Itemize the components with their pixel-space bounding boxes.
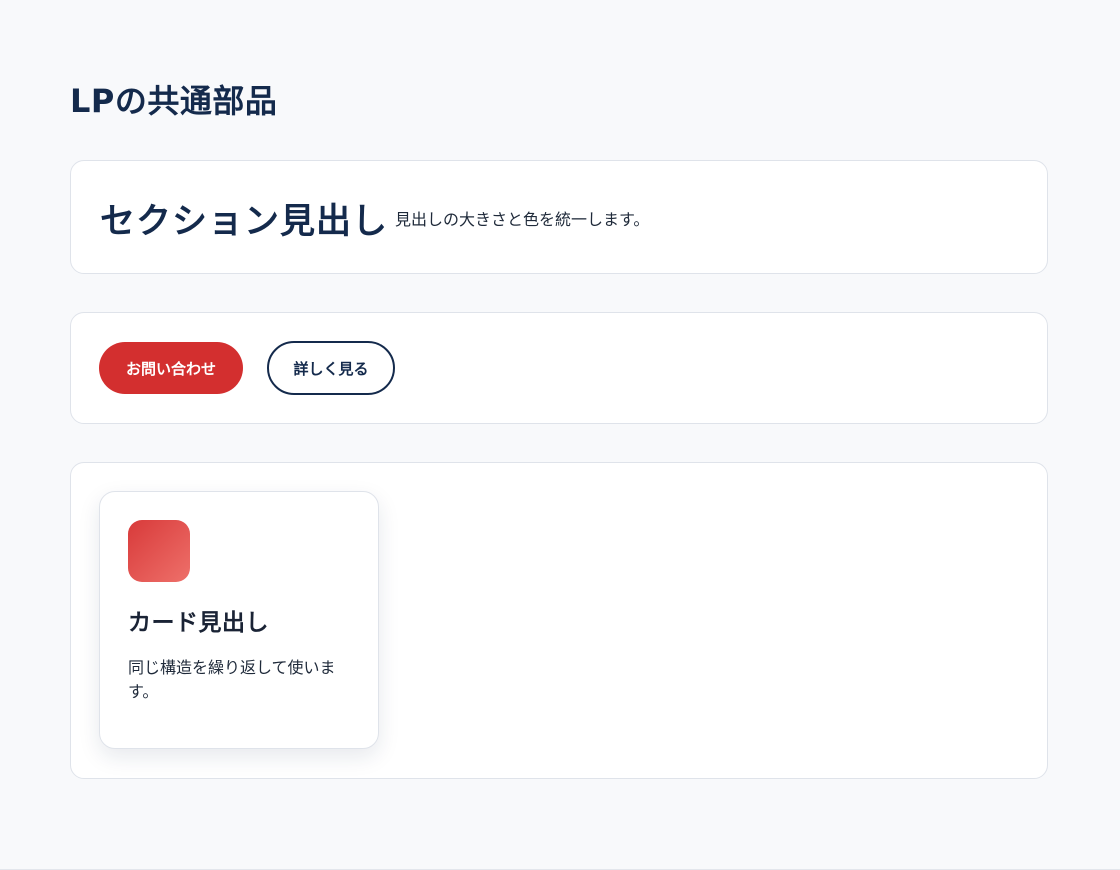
card-icon [128,520,190,582]
card-title: カード見出し [128,610,269,636]
contact-button[interactable]: お問い合わせ [99,342,243,394]
feature-card: カード見出し 同じ構造を繰り返して使います。 [99,491,379,749]
heading-sample-panel: セクション見出し 見出しの大きさと色を統一します。 [70,160,1048,274]
card-text: 同じ構造を繰り返して使います。 [128,658,336,701]
page-title: LPの共通部品 [70,82,278,120]
learn-more-button[interactable]: 詳しく見る [267,341,395,395]
card-sample-panel: カード見出し 同じ構造を繰り返して使います。 [70,462,1048,779]
section-heading: セクション見出し [100,202,389,242]
section-heading-note: 見出しの大きさと色を統一します。 [395,210,650,229]
button-sample-panel: お問い合わせ 詳しく見る [70,312,1048,424]
